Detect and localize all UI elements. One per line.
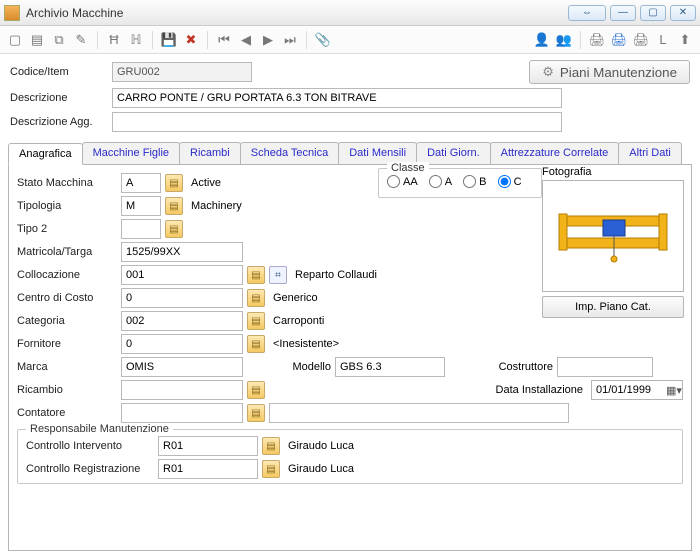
upload-icon[interactable]: ⬆	[676, 31, 694, 49]
fornitore-lookup[interactable]	[247, 335, 265, 353]
window-close-button[interactable]: ✕	[670, 5, 696, 21]
collocazione-lookup[interactable]	[247, 266, 265, 284]
app-icon	[4, 5, 20, 21]
attachment-icon[interactable]: 📎	[314, 31, 332, 49]
crane-drawing-icon	[553, 191, 673, 281]
stato-desc	[187, 173, 363, 193]
categoria-lookup[interactable]	[247, 312, 265, 330]
descrizione-input[interactable]	[112, 88, 562, 108]
print3-icon[interactable]: 🖨	[632, 31, 650, 49]
codice-label: Codice/Item	[10, 66, 106, 78]
anagrafica-panel: Classe AA A B C Fotografia Imp. Piano Ca…	[8, 165, 692, 551]
classe-b[interactable]: B	[463, 175, 486, 188]
descrizione-label: Descrizione	[10, 92, 106, 104]
toolbar: ▢ ▤ ⧉ ✎ Ħ ℍ 💾 ✖ ⏮ ◀ ▶ ⏭ 📎 👤 👥 🖨 🖨 🖨 L ⬆	[0, 26, 700, 54]
nav-first-icon[interactable]: ⏮	[215, 31, 233, 49]
window-minimize-button[interactable]: —	[610, 5, 636, 21]
tipologia-input[interactable]	[121, 196, 161, 216]
responsabile-group: Responsabile Manutenzione Controllo Inte…	[17, 429, 683, 484]
tipo2-input[interactable]	[121, 219, 161, 239]
ricambio-lookup[interactable]	[247, 381, 265, 399]
categoria-desc	[269, 311, 517, 331]
user2-icon[interactable]: 👥	[555, 31, 573, 49]
window-titlebar: Archivio Macchine ⇔ — ▢ ✕	[0, 0, 700, 26]
user-icon[interactable]: 👤	[533, 31, 551, 49]
centro-input[interactable]	[121, 288, 243, 308]
marca-input[interactable]	[121, 357, 243, 377]
classe-aa[interactable]: AA	[387, 175, 418, 188]
open-icon[interactable]: ▤	[28, 31, 46, 49]
paste-icon[interactable]: ✎	[72, 31, 90, 49]
tab-altri-dati[interactable]: Altri Dati	[618, 142, 682, 164]
tab-attrezzature[interactable]: Attrezzature Correlate	[490, 142, 620, 164]
tab-ricambi[interactable]: Ricambi	[179, 142, 241, 164]
tipo2-lookup[interactable]	[165, 220, 183, 238]
centro-desc	[269, 288, 517, 308]
descrizione2-label: Descrizione Agg.	[10, 116, 106, 128]
controllo-intervento-desc	[284, 436, 584, 456]
controllo-registrazione-lookup[interactable]	[262, 460, 280, 478]
centro-lookup[interactable]	[247, 289, 265, 307]
tab-dati-giorn[interactable]: Dati Giorn.	[416, 142, 491, 164]
categoria-input[interactable]	[121, 311, 243, 331]
print2-icon[interactable]: 🖨	[610, 31, 628, 49]
header-form: Codice/Item ⚙Piani Manutenzione Descrizi…	[0, 54, 700, 140]
window-maximize-button[interactable]: ▢	[640, 5, 666, 21]
stato-lookup[interactable]	[165, 174, 183, 192]
stato-input[interactable]	[121, 173, 161, 193]
controllo-registrazione-desc	[284, 459, 584, 479]
delete-icon[interactable]: ✖	[182, 31, 200, 49]
collocazione-input[interactable]	[121, 265, 243, 285]
filter-icon[interactable]: ℍ	[127, 31, 145, 49]
nav-last-icon[interactable]: ⏭	[281, 31, 299, 49]
modello-input[interactable]	[335, 357, 445, 377]
print-icon[interactable]: 🖨	[588, 31, 606, 49]
find-icon[interactable]: Ħ	[105, 31, 123, 49]
controllo-intervento-input[interactable]	[158, 436, 258, 456]
tab-dati-mensili[interactable]: Dati Mensili	[338, 142, 417, 164]
codice-input[interactable]	[112, 62, 252, 82]
fornitore-input[interactable]	[121, 334, 243, 354]
tab-macchine-figlie[interactable]: Macchine Figlie	[82, 142, 180, 164]
tabstrip: Anagrafica Macchine Figlie Ricambi Sched…	[8, 142, 692, 165]
descrizione2-input[interactable]	[112, 112, 562, 132]
window-title: Archivio Macchine	[26, 6, 568, 20]
matricola-input[interactable]	[121, 242, 243, 262]
tab-anagrafica[interactable]: Anagrafica	[8, 143, 83, 165]
nav-next-icon[interactable]: ▶	[259, 31, 277, 49]
machine-photo	[542, 180, 684, 292]
collocazione-tree-icon[interactable]: ⌗	[269, 266, 287, 284]
tipologia-lookup[interactable]	[165, 197, 183, 215]
imp-piano-cat-button[interactable]: Imp. Piano Cat.	[542, 296, 684, 318]
gear-icon: ⚙	[542, 64, 554, 80]
fotografia-group: Fotografia Imp. Piano Cat.	[542, 166, 684, 318]
controllo-intervento-lookup[interactable]	[262, 437, 280, 455]
classe-group: Classe AA A B C	[378, 168, 542, 198]
piani-manutenzione-button[interactable]: ⚙Piani Manutenzione	[529, 60, 690, 84]
window-help-button[interactable]: ⇔	[568, 5, 606, 21]
new-icon[interactable]: ▢	[6, 31, 24, 49]
collocazione-desc	[291, 265, 521, 285]
costruttore-input[interactable]	[557, 357, 653, 377]
classe-a[interactable]: A	[429, 175, 452, 188]
controllo-registrazione-input[interactable]	[158, 459, 258, 479]
label-l-icon[interactable]: L	[654, 31, 672, 49]
classe-c[interactable]: C	[498, 175, 522, 188]
tab-scheda-tecnica[interactable]: Scheda Tecnica	[240, 142, 339, 164]
calendar-icon[interactable]: ▦▾	[666, 384, 682, 397]
fornitore-desc	[269, 334, 517, 354]
data-installazione-input[interactable]: ▦▾	[591, 380, 683, 400]
nav-prev-icon[interactable]: ◀	[237, 31, 255, 49]
contatore2-input[interactable]	[269, 403, 569, 423]
contatore-input[interactable]	[121, 403, 243, 423]
contatore-lookup[interactable]	[247, 404, 265, 422]
save-icon[interactable]: 💾	[160, 31, 178, 49]
copy-icon[interactable]: ⧉	[50, 31, 68, 49]
ricambio-input[interactable]	[121, 380, 243, 400]
tipologia-desc	[187, 196, 363, 216]
